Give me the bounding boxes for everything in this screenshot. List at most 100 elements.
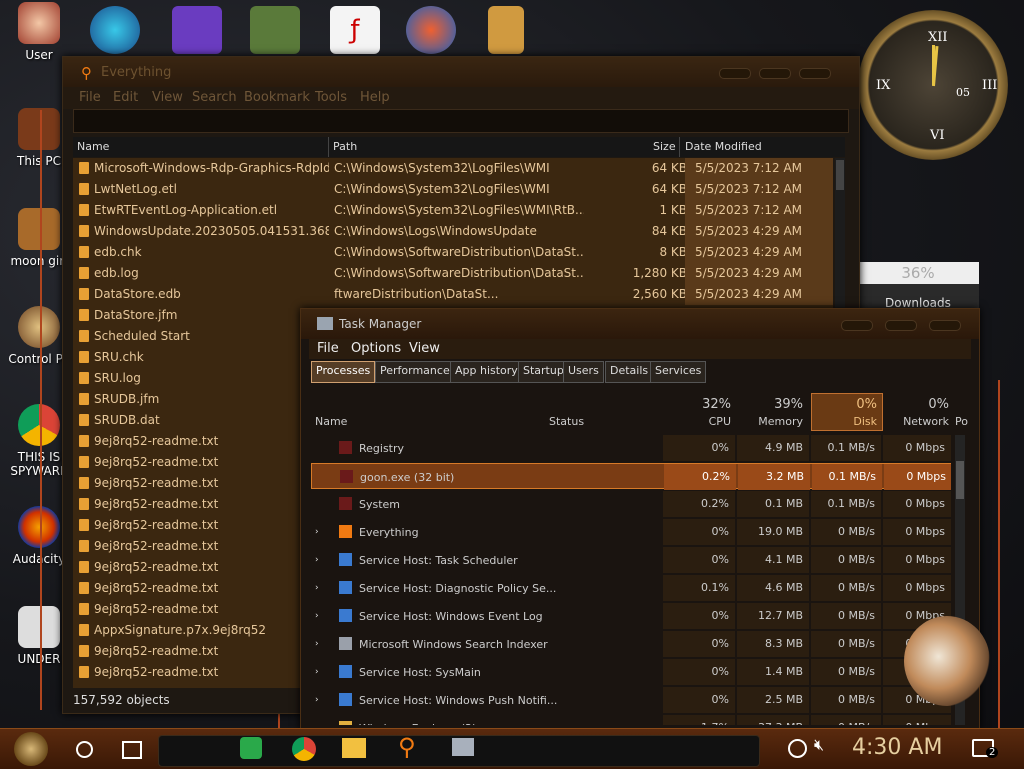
expand-chevron-icon[interactable]: ›: [315, 611, 319, 621]
swf-flash-icon[interactable]: ƒ: [330, 6, 380, 54]
minecraft-block-icon[interactable]: [250, 6, 300, 54]
scroll-thumb[interactable]: [956, 461, 964, 499]
expand-chevron-icon[interactable]: ›: [315, 527, 319, 537]
process-row[interactable]: Registry 0% 4.9 MB 0.1 MB/s 0 Mbps: [311, 435, 951, 461]
task-view-icon[interactable]: [122, 741, 142, 759]
file-name: 9ej8rq52-readme.txt: [94, 455, 219, 469]
column-memory[interactable]: Memory: [743, 415, 803, 428]
folder-icon: [339, 721, 352, 725]
menu-edit[interactable]: Edit: [113, 90, 138, 105]
menu-view[interactable]: View: [152, 90, 183, 105]
disk-cell: 0 MB/s: [811, 687, 881, 713]
tab-services[interactable]: Services: [650, 361, 707, 383]
task-manager-icon[interactable]: [452, 738, 474, 756]
tab-users[interactable]: Users: [563, 361, 604, 383]
column-disk[interactable]: Disk: [811, 415, 877, 428]
minimize-button[interactable]: [719, 68, 751, 79]
file-row[interactable]: WindowsUpdate.20230505.041531.368.3... C:…: [73, 221, 833, 242]
memory-cell: 4.6 MB: [737, 575, 809, 601]
user-icon: [339, 637, 352, 650]
everything-search-icon[interactable]: ⚲: [398, 733, 416, 761]
close-button[interactable]: [799, 68, 831, 79]
expand-chevron-icon[interactable]: ›: [315, 583, 319, 593]
process-row[interactable]: › Windows Explorer (2) 1.7%37.3 MB0 MB/s0 …: [311, 715, 951, 725]
column-divider[interactable]: [679, 137, 680, 157]
desktop-icon-label: UNDER: [17, 652, 61, 666]
file-row[interactable]: edb.chk C:\Windows\SoftwareDistribution\D…: [73, 242, 833, 263]
file-row[interactable]: edb.log C:\Windows\SoftwareDistribution\D…: [73, 263, 833, 284]
expand-chevron-icon[interactable]: ›: [315, 667, 319, 677]
expand-chevron-icon[interactable]: ›: [315, 555, 319, 565]
network-cell: 0 Mbps: [884, 464, 951, 490]
desktop-icon-label: User: [25, 48, 53, 62]
file-icon: [79, 351, 89, 363]
edge-icon[interactable]: [90, 6, 140, 54]
scroll-thumb[interactable]: [836, 160, 844, 190]
pdf-p-icon[interactable]: [406, 6, 456, 54]
document-icon[interactable]: [488, 6, 524, 54]
system-clock[interactable]: 4:30 AM: [852, 735, 942, 760]
process-name: Service Host: SysMain: [359, 666, 481, 679]
column-network[interactable]: Network: [891, 415, 949, 428]
menu-bookmark[interactable]: Bookmark: [244, 90, 310, 105]
column-power[interactable]: Po: [955, 415, 968, 428]
close-button[interactable]: [929, 320, 961, 331]
menu-options[interactable]: Options: [351, 341, 401, 356]
chrome-icon[interactable]: [292, 737, 316, 761]
file-row[interactable]: Microsoft-Windows-Rdp-Graphics-RdpId... C…: [73, 158, 833, 179]
search-input[interactable]: [73, 109, 849, 133]
process-row[interactable]: › Microsoft Windows Search Indexer 0% 8.3 M…: [311, 631, 951, 657]
expand-chevron-icon[interactable]: ›: [315, 639, 319, 649]
file-row[interactable]: DataStore.edb ftwareDistribution\DataSt..…: [73, 284, 833, 305]
column-status[interactable]: Status: [549, 415, 584, 428]
expand-chevron-icon[interactable]: ›: [315, 695, 319, 705]
process-row[interactable]: › Service Host: Windows Event Log 0% 12.7 M…: [311, 603, 951, 629]
menu-tools[interactable]: Tools: [315, 90, 347, 105]
file-icon: [79, 267, 89, 279]
globe-icon[interactable]: [788, 739, 807, 758]
maximize-button[interactable]: [885, 320, 917, 331]
column-size[interactable]: Size: [653, 140, 676, 153]
process-row[interactable]: › Service Host: Windows Push Notifi... 0% 2…: [311, 687, 951, 713]
column-name[interactable]: Name: [77, 140, 109, 153]
title-bar[interactable]: ⚲ Everything: [63, 57, 859, 87]
menu-file[interactable]: File: [317, 341, 339, 356]
column-path[interactable]: Path: [333, 140, 357, 153]
column-divider[interactable]: [328, 137, 329, 157]
process-row[interactable]: ›Service Host: SysMain0%1.4 MB0 MB/s0 Mb…: [311, 659, 951, 685]
column-date[interactable]: Date Modified: [685, 140, 762, 153]
menu-view[interactable]: View: [409, 341, 440, 356]
google-chat-icon[interactable]: [240, 737, 262, 759]
menu-file[interactable]: File: [79, 90, 101, 105]
menu-search[interactable]: Search: [192, 90, 237, 105]
file-row[interactable]: EtwRTEventLog-Application.etl C:\Windows\…: [73, 200, 833, 221]
file-row[interactable]: LwtNetLog.etl C:\Windows\System32\LogFile…: [73, 179, 833, 200]
tab-performance[interactable]: Performance: [375, 361, 455, 383]
process-row[interactable]: › Service Host: Diagnostic Policy Se... 0.…: [311, 575, 951, 601]
task-manager-window[interactable]: Task Manager File Options View Processes…: [300, 308, 980, 730]
process-row[interactable]: goon.exe (32 bit) 0.2% 3.2 MB 0.1 MB/s 0 Mbp…: [311, 463, 951, 490]
tab-details[interactable]: Details: [605, 361, 654, 383]
file-explorer-icon[interactable]: [342, 738, 366, 758]
menu-help[interactable]: Help: [360, 90, 390, 105]
date-cell: 5/5/2023 4:29 AM: [685, 284, 833, 305]
process-row[interactable]: › Everything 0% 19.0 MB 0 MB/s 0 Mbps: [311, 519, 951, 545]
file-name: EtwRTEventLog-Application.etl: [94, 203, 278, 217]
process-row[interactable]: › Service Host: Task Scheduler 0% 4.1 MB 0 M…: [311, 547, 951, 573]
process-row[interactable]: System 0.2% 0.1 MB 0.1 MB/s 0 Mbps: [311, 491, 951, 517]
column-cpu[interactable]: CPU: [671, 415, 731, 428]
desktop-icon-user[interactable]: User: [4, 2, 74, 62]
tab-startup[interactable]: Startup: [518, 361, 569, 383]
start-gear-icon[interactable]: [14, 732, 48, 766]
maximize-button[interactable]: [759, 68, 791, 79]
desktop: User This PC moon girl Control Pa THIS I…: [0, 0, 1024, 768]
visual-studio-icon[interactable]: [172, 6, 222, 54]
volume-muted-icon[interactable]: 🔇︎: [814, 735, 824, 755]
title-bar[interactable]: Task Manager: [301, 309, 979, 339]
tab-app-history[interactable]: App history: [450, 361, 523, 383]
expand-chevron-icon[interactable]: ›: [315, 723, 319, 725]
minimize-button[interactable]: [841, 320, 873, 331]
cortana-circle-icon[interactable]: [76, 741, 93, 758]
column-name[interactable]: Name: [315, 415, 347, 428]
tab-processes[interactable]: Processes: [311, 361, 376, 383]
